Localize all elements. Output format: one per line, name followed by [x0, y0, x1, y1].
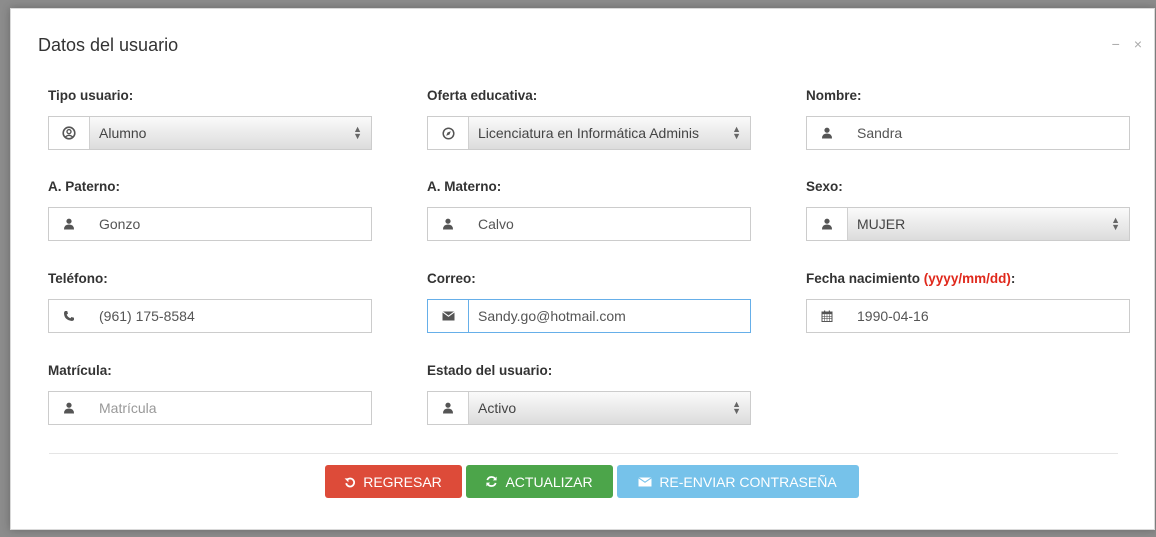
a-paterno-value: Gonzo	[99, 216, 141, 232]
user-circle-icon	[49, 117, 89, 149]
a-materno-label: A. Materno:	[427, 179, 502, 194]
correo-value: Sandy.go@hotmail.com	[468, 299, 751, 333]
field-a-paterno: A. Paterno: Gonzo	[48, 179, 372, 241]
user-icon	[428, 208, 468, 240]
user-icon	[807, 208, 847, 240]
estado-usuario-selected: Activo	[478, 400, 517, 416]
tipo-usuario-select[interactable]: Alumno ▲ ▼	[48, 116, 372, 150]
sexo-value: MUJER ▲ ▼	[847, 208, 1129, 240]
tipo-usuario-selected: Alumno	[99, 125, 147, 141]
tipo-usuario-value: Alumno ▲ ▼	[89, 117, 371, 149]
minimize-button[interactable]: −	[1112, 37, 1120, 51]
fecha-nacimiento-value: 1990-04-16	[857, 308, 929, 324]
a-materno-value: Calvo	[478, 216, 514, 232]
actualizar-label: ACTUALIZAR	[505, 473, 593, 490]
field-sexo: Sexo: MUJER ▲ ▼	[806, 179, 1130, 241]
modal-title: Datos del usuario	[38, 35, 179, 55]
envelope-icon	[428, 300, 468, 332]
modal-header-controls: − ×	[1112, 37, 1142, 51]
field-a-materno: A. Materno: Calvo	[427, 179, 751, 241]
field-correo: Correo: Sandy.go@hotmail.com	[427, 271, 751, 333]
calendar-icon	[807, 300, 847, 332]
select-caret-icon: ▲ ▼	[1111, 215, 1120, 232]
field-tipo-usuario: Tipo usuario: Alumno ▲ ▼	[48, 88, 372, 150]
user-icon	[428, 392, 468, 424]
footer-divider	[49, 453, 1118, 454]
select-caret-icon: ▲ ▼	[732, 124, 741, 141]
oferta-educativa-value: Licenciatura en Informática Adminis ▲ ▼	[468, 117, 750, 149]
envelope-icon	[638, 476, 653, 486]
field-nombre: Nombre: Sandra	[806, 88, 1130, 150]
fecha-nacimiento-input[interactable]: 1990-04-16	[806, 299, 1130, 333]
estado-usuario-value: Activo ▲ ▼	[468, 392, 750, 424]
matricula-label: Matrícula:	[48, 363, 112, 378]
user-icon	[807, 117, 847, 149]
regresar-label: REGRESAR	[363, 473, 442, 490]
field-oferta-educativa: Oferta educativa: Licenciatura en Inform…	[427, 88, 751, 150]
sexo-label: Sexo:	[806, 179, 843, 194]
nombre-label: Nombre:	[806, 88, 862, 103]
a-paterno-label: A. Paterno:	[48, 179, 121, 194]
nombre-input[interactable]: Sandra	[806, 116, 1130, 150]
refresh-icon	[486, 476, 498, 487]
telefono-label: Teléfono:	[48, 271, 108, 286]
actualizar-button[interactable]: ACTUALIZAR	[465, 465, 613, 498]
field-matricula: Matrícula: Matrícula	[48, 363, 372, 425]
oferta-educativa-label: Oferta educativa:	[427, 88, 538, 103]
fecha-label-colon: :	[1010, 271, 1016, 286]
oferta-educativa-selected: Licenciatura en Informática Adminis	[478, 125, 699, 141]
select-caret-icon: ▲ ▼	[732, 399, 741, 416]
correo-input[interactable]: Sandy.go@hotmail.com	[427, 299, 751, 333]
modal-header: Datos del usuario − ×	[11, 9, 1154, 75]
sexo-selected: MUJER	[857, 216, 906, 232]
a-materno-input[interactable]: Calvo	[427, 207, 751, 241]
a-paterno-input[interactable]: Gonzo	[48, 207, 372, 241]
telefono-input[interactable]: (961) 175-8584	[48, 299, 372, 333]
matricula-input[interactable]: Matrícula	[48, 391, 372, 425]
undo-icon	[344, 477, 356, 487]
phone-icon	[49, 300, 89, 332]
estado-usuario-select[interactable]: Activo ▲ ▼	[427, 391, 751, 425]
reenviar-label: RE-ENVIAR CONTRASEÑA	[659, 473, 837, 490]
select-caret-icon: ▲ ▼	[353, 124, 362, 141]
field-estado-usuario: Estado del usuario: Activo ▲ ▼	[427, 363, 751, 425]
correo-label: Correo:	[427, 271, 476, 286]
sexo-select[interactable]: MUJER ▲ ▼	[806, 207, 1130, 241]
user-data-modal: Datos del usuario − × Tipo usuario: Alum…	[10, 8, 1155, 530]
oferta-educativa-select[interactable]: Licenciatura en Informática Adminis ▲ ▼	[427, 116, 751, 150]
reenviar-contrasena-button[interactable]: RE-ENVIAR CONTRASEÑA	[616, 465, 859, 498]
regresar-button[interactable]: REGRESAR	[324, 465, 462, 498]
tipo-usuario-label: Tipo usuario:	[48, 88, 134, 103]
telefono-value: (961) 175-8584	[99, 308, 195, 324]
matricula-placeholder: Matrícula	[99, 400, 157, 416]
fecha-nacimiento-label-text: Fecha nacimiento	[806, 271, 924, 286]
compass-icon	[428, 117, 468, 149]
field-fecha-nacimiento: Fecha nacimiento (yyyy/mm/dd): 1990-04-1…	[806, 271, 1130, 333]
nombre-value: Sandra	[857, 125, 903, 141]
close-button[interactable]: ×	[1134, 37, 1142, 51]
field-telefono: Teléfono: (961) 175-8584	[48, 271, 372, 333]
user-icon	[49, 208, 89, 240]
fecha-nacimiento-label: Fecha nacimiento (yyyy/mm/dd):	[806, 271, 1130, 289]
estado-usuario-label: Estado del usuario:	[427, 363, 553, 378]
modal-footer: REGRESAR ACTUALIZAR RE-ENVIAR CONTRASEÑA	[11, 465, 1154, 498]
user-icon	[49, 392, 89, 424]
date-format-hint: (yyyy/mm/dd)	[923, 271, 1011, 286]
